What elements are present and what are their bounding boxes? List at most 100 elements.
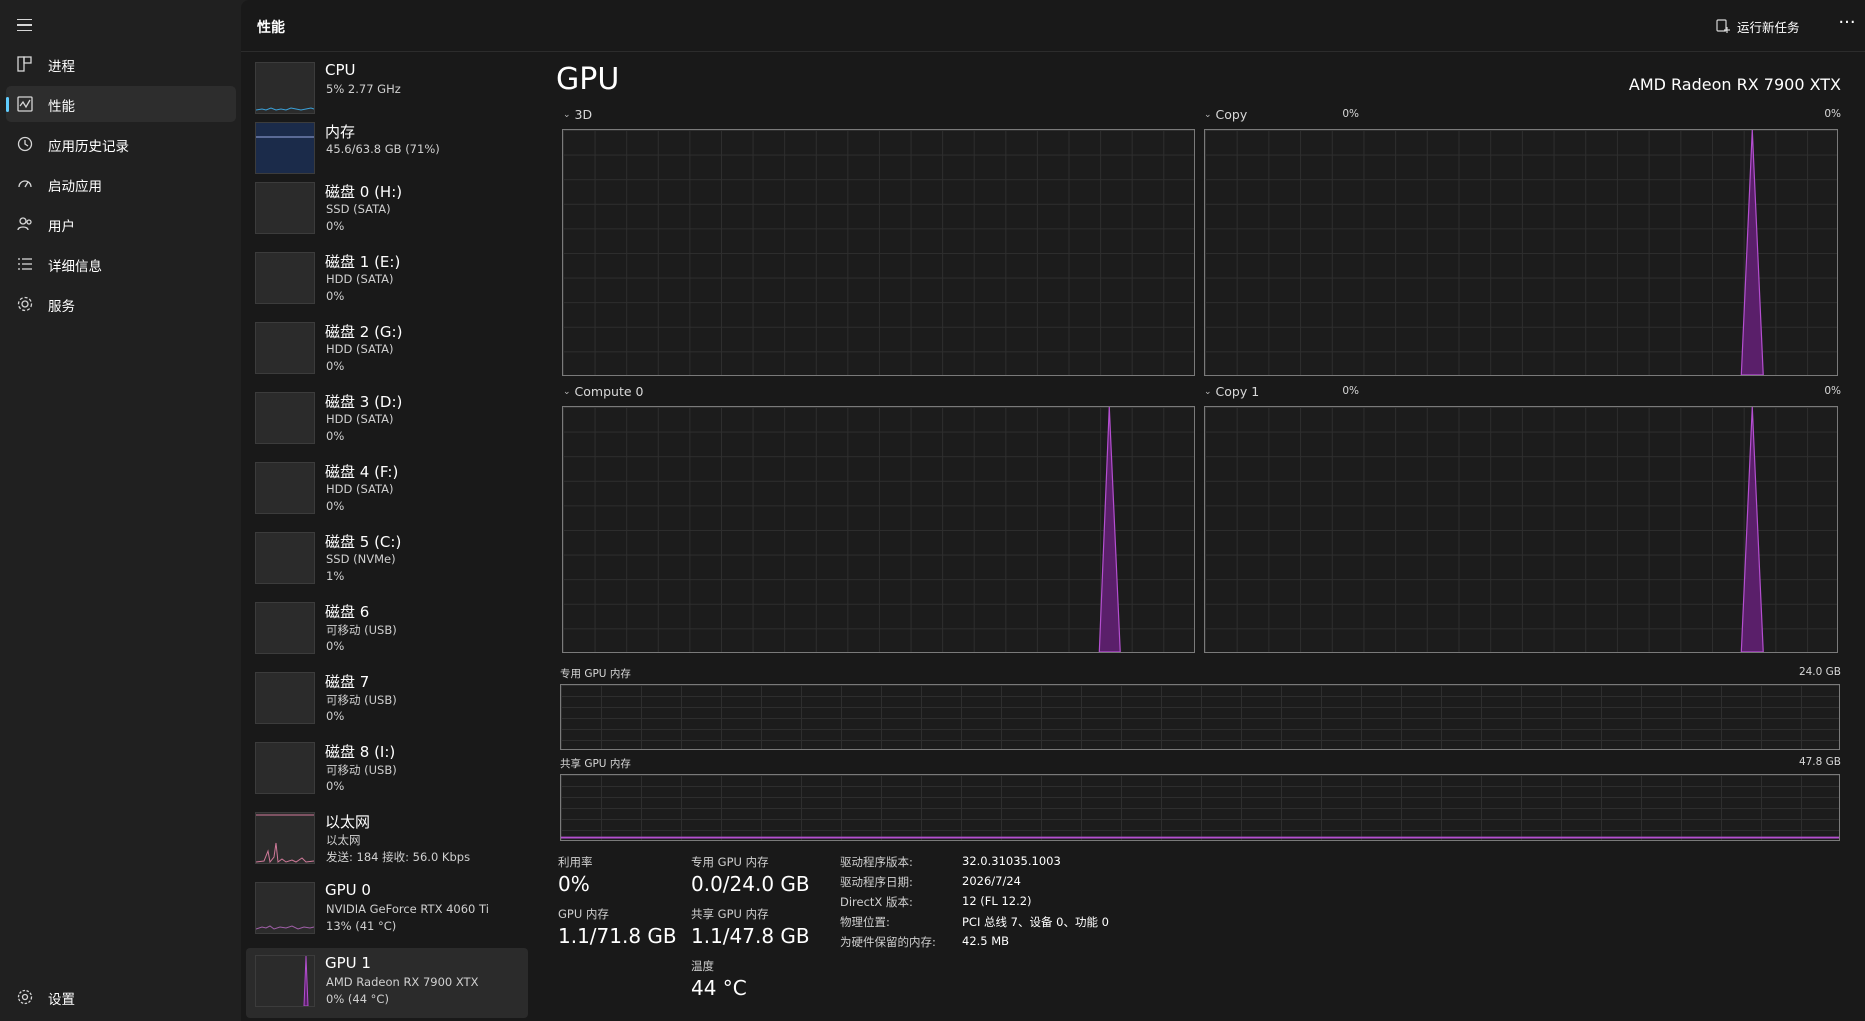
chevron-down-icon: ⌄ [1204, 386, 1212, 397]
directx-version-value: 12 (FL 12.2) [962, 894, 1032, 908]
disk-thumbnail-graph [255, 672, 315, 724]
engine-label: Copy 1 [1215, 384, 1260, 399]
device-subtitle: 可移动 (USB) [326, 763, 397, 777]
hamburger-menu-icon[interactable] [14, 14, 36, 36]
memory-thumbnail-graph [255, 122, 315, 174]
disk-thumbnail-graph [255, 462, 315, 514]
device-item-disk-7[interactable]: 磁盘 7 可移动 (USB) 0% [246, 665, 528, 735]
utilization-value: 0% [558, 872, 590, 896]
page-title: 性能 [257, 20, 285, 36]
device-item-gpu-1[interactable]: GPU 1 AMD Radeon RX 7900 XTX 0% (44 °C) [246, 948, 528, 1018]
navigation-pane: 进程 性能 应用历史记录 启动应用 用户 详细信息 服务 设置 [0, 0, 241, 1021]
driver-version-key: 驱动程序版本: [840, 855, 913, 869]
engine-selector-copy-1[interactable]: ⌄ Copy 1 [1204, 384, 1259, 399]
device-value: 0% [326, 709, 345, 723]
utilization-label: 利用率 [558, 855, 593, 869]
device-item-disk-4[interactable]: 磁盘 4 (F:) HDD (SATA) 0% [246, 455, 528, 525]
device-item-disk-5[interactable]: 磁盘 5 (C:) SSD (NVMe) 1% [246, 525, 528, 595]
device-name: 磁盘 5 (C:) [325, 533, 402, 551]
nav-item-startup-apps[interactable]: 启动应用 [6, 166, 236, 202]
device-subtitle: HDD (SATA) [326, 342, 394, 356]
main-panel: 性能 运行新任务 ··· CPU 5% 2.77 GHz 内存 45.6/63.… [241, 0, 1865, 1021]
disk-thumbnail-graph [255, 252, 315, 304]
device-subtitle: HDD (SATA) [326, 482, 394, 496]
device-subtitle: HDD (SATA) [326, 412, 394, 426]
shared-memory-stat-label: 共享 GPU 内存 [691, 907, 769, 921]
nav-label-services: 服务 [48, 299, 75, 315]
gpu-memory-label: GPU 内存 [558, 907, 609, 921]
driver-date-value: 2026/7/24 [962, 874, 1021, 888]
device-item-gpu-0[interactable]: GPU 0 NVIDIA GeForce RTX 4060 Ti 13% (41… [246, 875, 528, 945]
device-item-disk-3[interactable]: 磁盘 3 (D:) HDD (SATA) 0% [246, 385, 528, 455]
shared-memory-max: 47.8 GB [1798, 756, 1841, 768]
device-name: 磁盘 6 [325, 603, 370, 621]
disk-thumbnail-graph [255, 532, 315, 584]
run-new-task-button[interactable]: 运行新任务 [1715, 14, 1800, 38]
device-list: CPU 5% 2.77 GHz 内存 45.6/63.8 GB (71%) 磁盘… [241, 55, 528, 1021]
engine-selector-3d[interactable]: ⌄ 3D [563, 107, 592, 122]
device-item-disk-2[interactable]: 磁盘 2 (G:) HDD (SATA) 0% [246, 315, 528, 385]
more-options-button[interactable]: ··· [1835, 12, 1859, 36]
device-value: 0% [326, 639, 345, 653]
device-subtitle: SSD (NVMe) [326, 552, 396, 566]
nav-item-details[interactable]: 详细信息 [6, 246, 236, 282]
shared-memory-label: 共享 GPU 内存 [560, 758, 631, 770]
device-subtitle: 45.6/63.8 GB (71%) [326, 142, 440, 156]
driver-date-key: 驱动程序日期: [840, 875, 913, 889]
device-value: 1% [326, 569, 345, 583]
gpu0-thumbnail-graph [255, 882, 315, 934]
device-item-disk-6[interactable]: 磁盘 6 可移动 (USB) 0% [246, 595, 528, 665]
nav-item-performance[interactable]: 性能 [6, 86, 236, 122]
nav-item-services[interactable]: 服务 [6, 286, 236, 322]
physical-location-value: PCI 总线 7、设备 0、功能 0 [962, 915, 1109, 929]
device-value: 13% (41 °C) [326, 919, 397, 933]
gpu1-thumbnail-graph [255, 955, 315, 1007]
gpu-memory-value: 1.1/71.8 GB [558, 924, 677, 948]
device-subtitle: NVIDIA GeForce RTX 4060 Ti [326, 902, 489, 916]
device-item-disk-1[interactable]: 磁盘 1 (E:) HDD (SATA) 0% [246, 245, 528, 315]
engine-graph-copy-1 [1204, 406, 1838, 653]
device-name: CPU [325, 61, 356, 79]
nav-item-users[interactable]: 用户 [6, 206, 236, 242]
run-new-task-label: 运行新任务 [1737, 19, 1800, 35]
device-name: 以太网 [325, 813, 371, 831]
engine-label: Compute 0 [574, 384, 644, 399]
device-name: 磁盘 8 (I:) [325, 743, 396, 761]
chevron-down-icon: ⌄ [1204, 109, 1212, 120]
device-value: 0% [326, 289, 345, 303]
nav-label-settings: 设置 [48, 992, 75, 1008]
device-subtitle: 可移动 (USB) [326, 623, 397, 637]
directx-version-key: DirectX 版本: [840, 895, 913, 909]
device-name: GPU 0 [325, 881, 371, 899]
hardware-reserved-memory-key: 为硬件保留的内存: [840, 935, 936, 949]
activity-spike [1098, 407, 1121, 652]
disk-thumbnail-graph [255, 182, 315, 234]
engine-selector-compute-0[interactable]: ⌄ Compute 0 [563, 384, 643, 399]
device-item-ethernet[interactable]: 以太网 以太网 发送: 184 接收: 56.0 Kbps [246, 805, 528, 875]
engine-percent: 0% [1342, 108, 1359, 120]
hardware-reserved-memory-value: 42.5 MB [962, 934, 1010, 948]
chevron-down-icon: ⌄ [563, 386, 571, 397]
activity-spike [1740, 130, 1764, 375]
nav-item-app-history[interactable]: 应用历史记录 [6, 126, 236, 162]
dedicated-memory-stat-label: 专用 GPU 内存 [691, 855, 769, 869]
device-item-disk-8[interactable]: 磁盘 8 (I:) 可移动 (USB) 0% [246, 735, 528, 805]
device-subtitle: HDD (SATA) [326, 272, 394, 286]
engine-selector-copy[interactable]: ⌄ Copy [1204, 107, 1247, 122]
shared-memory-graph [560, 774, 1840, 841]
users-icon [17, 217, 32, 231]
shared-memory-stat-value: 1.1/47.8 GB [691, 924, 810, 948]
nav-item-processes[interactable]: 进程 [6, 46, 236, 82]
app-history-icon [17, 136, 33, 152]
nav-label-app-history: 应用历史记录 [48, 139, 129, 155]
nav-label-details: 详细信息 [48, 259, 102, 275]
device-name: 内存 [325, 123, 356, 141]
nav-label-processes: 进程 [48, 59, 75, 75]
device-item-disk-0[interactable]: 磁盘 0 (H:) SSD (SATA) 0% [246, 175, 528, 245]
device-name: 磁盘 2 (G:) [325, 323, 403, 341]
disk-thumbnail-graph [255, 742, 315, 794]
nav-item-settings[interactable]: 设置 [6, 979, 236, 1015]
nav-label-users: 用户 [48, 219, 75, 235]
disk-thumbnail-graph [255, 602, 315, 654]
engine-label: 3D [574, 107, 593, 122]
